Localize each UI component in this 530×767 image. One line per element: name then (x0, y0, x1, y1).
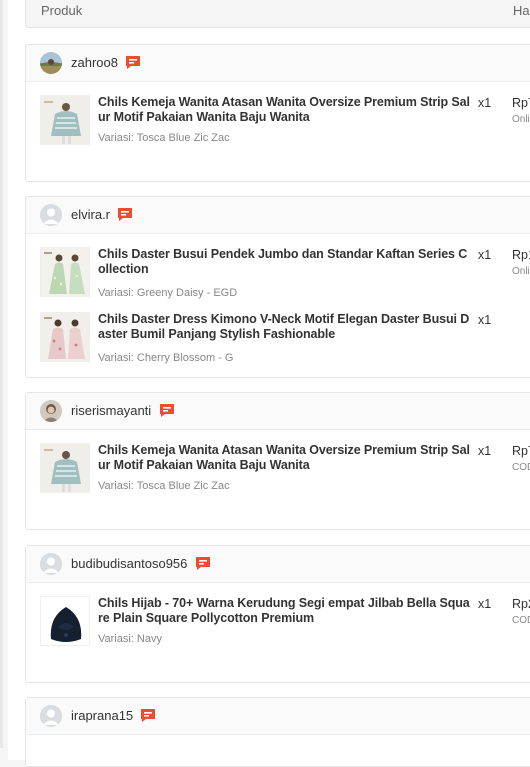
product-quantity: x1 (478, 313, 492, 327)
chat-icon[interactable] (195, 556, 211, 571)
order-price: Rp2 (512, 597, 530, 611)
user-avatar-icon[interactable] (40, 705, 62, 727)
order-card-header: iraprana15 (26, 698, 530, 735)
product-quantity: x1 (478, 444, 492, 458)
order-card-header: budibudisantoso956 (26, 546, 530, 583)
product-thumbnail[interactable] (40, 443, 90, 493)
chat-icon[interactable] (159, 403, 175, 418)
left-edge (0, 0, 3, 748)
product-quantity: x1 (478, 597, 492, 611)
order-card: budibudisantoso956 Chils Hijab - 70+ War… (25, 545, 530, 683)
chat-icon[interactable] (125, 55, 141, 70)
product-thumbnail[interactable] (40, 312, 90, 362)
product-name[interactable]: Chils Daster Dress Kimono V-Neck Motif E… (98, 312, 470, 342)
payment-method: COD (512, 462, 530, 473)
product-name[interactable]: Chils Daster Busui Pendek Jumbo dan Stan… (98, 247, 470, 277)
column-header-product: Produk (41, 3, 83, 18)
chat-icon[interactable] (140, 708, 156, 723)
order-price: Rp1 (512, 248, 530, 262)
buyer-username[interactable]: budibudisantoso956 (71, 556, 187, 571)
payment-method: Onli (512, 114, 530, 125)
product-thumbnail[interactable] (40, 596, 90, 646)
product-name[interactable]: Chils Kemeja Wanita Atasan Wanita Oversi… (98, 443, 470, 473)
product-variant: Variasi: Navy (98, 633, 162, 645)
column-header-price: Harga (513, 3, 530, 18)
product-thumbnail[interactable] (40, 247, 90, 297)
order-card: riserismayanti Chils Kemeja Wanita Atasa… (25, 392, 530, 530)
buyer-username[interactable]: zahroo8 (71, 55, 118, 70)
buyer-username[interactable]: riserismayanti (71, 403, 151, 418)
order-price: Rp7 (512, 444, 530, 458)
order-card-header: riserismayanti (26, 393, 530, 430)
product-variant: Variasi: Cherry Blossom - G (98, 352, 234, 364)
user-avatar-icon[interactable] (40, 204, 62, 226)
table-header: Produk Harga (25, 0, 530, 28)
avatar[interactable] (40, 400, 62, 422)
product-variant: Variasi: Tosca Blue Zic Zac (98, 132, 230, 144)
chat-icon[interactable] (117, 207, 133, 222)
avatar[interactable] (40, 52, 62, 74)
order-card: zahroo8 Chils Kemeja Wanita Atasan Wanit… (25, 44, 530, 182)
product-name[interactable]: Chils Kemeja Wanita Atasan Wanita Oversi… (98, 95, 470, 125)
payment-method: COD (512, 615, 530, 626)
order-card: elvira.r Chils Daster Busui Pendek Jumbo… (25, 196, 530, 378)
payment-method: Onli (512, 266, 530, 277)
user-avatar-icon[interactable] (40, 553, 62, 575)
product-thumbnail[interactable] (40, 95, 90, 145)
product-variant: Variasi: Greeny Daisy - EGD (98, 287, 238, 299)
order-price: Rp7 (512, 96, 530, 110)
product-quantity: x1 (478, 96, 492, 110)
buyer-username[interactable]: elvira.r (71, 207, 110, 222)
product-variant: Variasi: Tosca Blue Zic Zac (98, 480, 230, 492)
product-quantity: x1 (478, 248, 492, 262)
order-card-header: elvira.r (26, 197, 530, 234)
product-name[interactable]: Chils Hijab - 70+ Warna Kerudung Segi em… (98, 596, 470, 626)
order-card: iraprana15 (25, 697, 530, 767)
order-card-header: zahroo8 (26, 45, 530, 82)
buyer-username[interactable]: iraprana15 (71, 708, 133, 723)
